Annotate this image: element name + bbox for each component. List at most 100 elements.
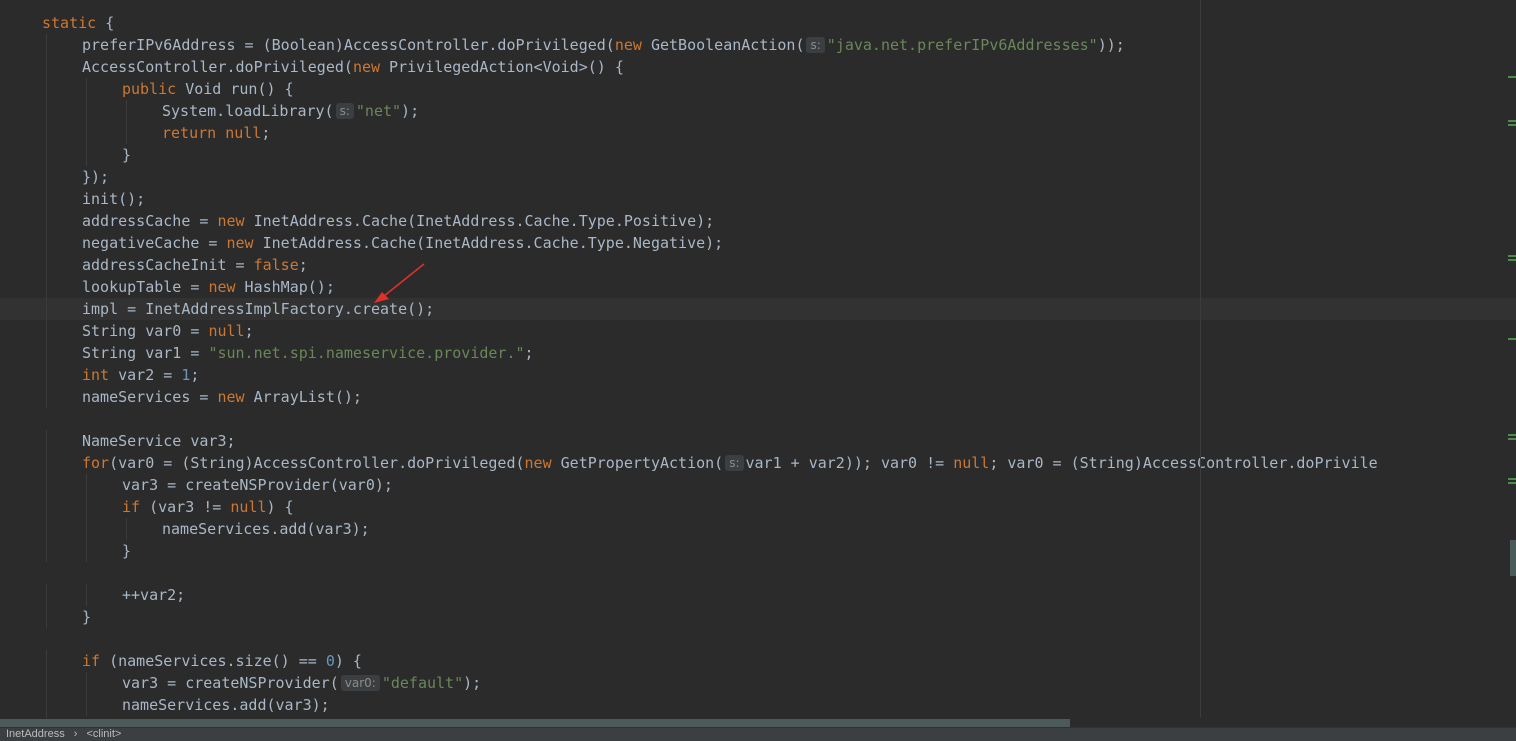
- scroll-position-indicator[interactable]: [1510, 540, 1516, 576]
- code-line[interactable]: if (var3 != null) {: [0, 496, 1516, 518]
- error-stripe[interactable]: [1505, 0, 1516, 718]
- code-line[interactable]: preferIPv6Address = (Boolean)AccessContr…: [0, 34, 1516, 56]
- code-token: InetAddress.Cache(InetAddress.Cache.Type…: [244, 212, 715, 230]
- breadcrumb-method[interactable]: <clinit>: [87, 728, 122, 740]
- change-marker[interactable]: [1508, 338, 1516, 340]
- indent-guide: [126, 122, 127, 144]
- code-line[interactable]: for(var0 = (String)AccessController.doPr…: [0, 452, 1516, 474]
- code-text: lookupTable = new HashMap();: [82, 276, 335, 298]
- change-marker[interactable]: [1508, 124, 1516, 126]
- horizontal-scrollbar[interactable]: [0, 718, 1516, 727]
- code-token: GetPropertyAction(: [551, 454, 724, 472]
- string-token: "sun.net.spi.nameservice.provider.": [208, 344, 525, 362]
- code-token: AccessController.doPrivileged(: [82, 58, 353, 76]
- code-line[interactable]: nameServices.add(var3);: [0, 694, 1516, 716]
- change-marker[interactable]: [1508, 434, 1516, 436]
- change-marker[interactable]: [1508, 120, 1516, 122]
- code-token: }: [122, 542, 132, 560]
- keyword-token: for: [82, 454, 110, 472]
- code-line[interactable]: [0, 562, 1516, 584]
- code-line[interactable]: impl = InetAddressImplFactory.create();: [0, 298, 1516, 320]
- code-text: String var0 = null;: [82, 320, 254, 342]
- code-token: );: [463, 674, 482, 692]
- code-line[interactable]: addressCacheInit = false;: [0, 254, 1516, 276]
- code-line[interactable]: init();: [0, 188, 1516, 210]
- indent-guide: [46, 540, 47, 562]
- change-marker[interactable]: [1508, 255, 1516, 257]
- code-token: });: [82, 168, 110, 186]
- indent-guide: [126, 518, 127, 540]
- parameter-hint: s:: [335, 103, 354, 119]
- code-text: return null;: [162, 122, 270, 144]
- code-token: var2 =: [109, 366, 182, 384]
- code-line[interactable]: }: [0, 540, 1516, 562]
- string-token: "default": [381, 674, 464, 692]
- indent-guide: [86, 78, 87, 100]
- indent-guide: [86, 672, 87, 694]
- change-marker[interactable]: [1508, 438, 1516, 440]
- code-line[interactable]: NameService var3;: [0, 430, 1516, 452]
- code-token: var3 = createNSProvider(var0);: [122, 476, 393, 494]
- code-text: });: [82, 166, 109, 188]
- code-line[interactable]: ++var2;: [0, 584, 1516, 606]
- code-line[interactable]: }: [0, 606, 1516, 628]
- code-text: ++var2;: [122, 584, 185, 606]
- code-token: ;: [298, 256, 308, 274]
- code-text: nameServices.add(var3);: [122, 694, 330, 716]
- code-line[interactable]: var3 = createNSProvider(var0: "default");: [0, 672, 1516, 694]
- code-token: Void run() {: [176, 80, 294, 98]
- indent-guide: [46, 584, 47, 606]
- code-token: PrivilegedAction<Void>() {: [380, 58, 624, 76]
- indent-guide: [46, 342, 47, 364]
- code-text: public Void run() {: [122, 78, 294, 100]
- horizontal-scrollbar-thumb[interactable]: [0, 719, 1070, 727]
- code-line[interactable]: nameServices = new ArrayList();: [0, 386, 1516, 408]
- indent-guide: [46, 166, 47, 188]
- keyword-token: null: [953, 454, 990, 472]
- code-line[interactable]: AccessController.doPrivileged(new Privil…: [0, 56, 1516, 78]
- code-line[interactable]: [0, 408, 1516, 430]
- indent-guide: [46, 122, 47, 144]
- indent-guide: [46, 34, 47, 56]
- parameter-hint: var0:: [340, 675, 380, 691]
- code-line[interactable]: System.loadLibrary(s: "net");: [0, 100, 1516, 122]
- code-line[interactable]: [0, 628, 1516, 650]
- code-line[interactable]: lookupTable = new HashMap();: [0, 276, 1516, 298]
- code-token: (var0 = (String)AccessController.doPrivi…: [109, 454, 525, 472]
- code-line[interactable]: var3 = createNSProvider(var0);: [0, 474, 1516, 496]
- code-line[interactable]: }: [0, 144, 1516, 166]
- change-marker[interactable]: [1508, 76, 1516, 78]
- code-line[interactable]: String var0 = null;: [0, 320, 1516, 342]
- indent-guide: [46, 254, 47, 276]
- code-line[interactable]: String var1 = "sun.net.spi.nameservice.p…: [0, 342, 1516, 364]
- code-token: ;: [190, 366, 200, 384]
- change-marker[interactable]: [1508, 478, 1516, 480]
- code-line[interactable]: if (nameServices.size() == 0) {: [0, 650, 1516, 672]
- code-token: ;: [244, 322, 254, 340]
- breadcrumb-class[interactable]: InetAddress: [6, 728, 65, 740]
- change-marker[interactable]: [1508, 259, 1516, 261]
- indent-guide: [46, 232, 47, 254]
- code-token: negativeCache =: [82, 234, 227, 252]
- indent-guide: [86, 122, 87, 144]
- change-marker[interactable]: [1508, 482, 1516, 484]
- indent-guide: [86, 474, 87, 496]
- code-text: addressCacheInit = false;: [82, 254, 308, 276]
- indent-guide: [46, 210, 47, 232]
- code-text: init();: [82, 188, 145, 210]
- code-line[interactable]: return null;: [0, 122, 1516, 144]
- code-line[interactable]: public Void run() {: [0, 78, 1516, 100]
- code-editor[interactable]: static {preferIPv6Address = (Boolean)Acc…: [0, 0, 1516, 718]
- code-line[interactable]: nameServices.add(var3);: [0, 518, 1516, 540]
- code-token: GetBooleanAction(: [641, 36, 805, 54]
- code-line[interactable]: addressCache = new InetAddress.Cache(Ine…: [0, 210, 1516, 232]
- string-token: "net": [355, 102, 402, 120]
- indent-guide: [46, 474, 47, 496]
- code-line[interactable]: int var2 = 1;: [0, 364, 1516, 386]
- indent-guide: [86, 144, 87, 166]
- code-line[interactable]: });: [0, 166, 1516, 188]
- code-token: ;: [261, 124, 271, 142]
- code-line[interactable]: static {: [0, 12, 1516, 34]
- code-line[interactable]: negativeCache = new InetAddress.Cache(In…: [0, 232, 1516, 254]
- code-token: NameService var3;: [82, 432, 236, 450]
